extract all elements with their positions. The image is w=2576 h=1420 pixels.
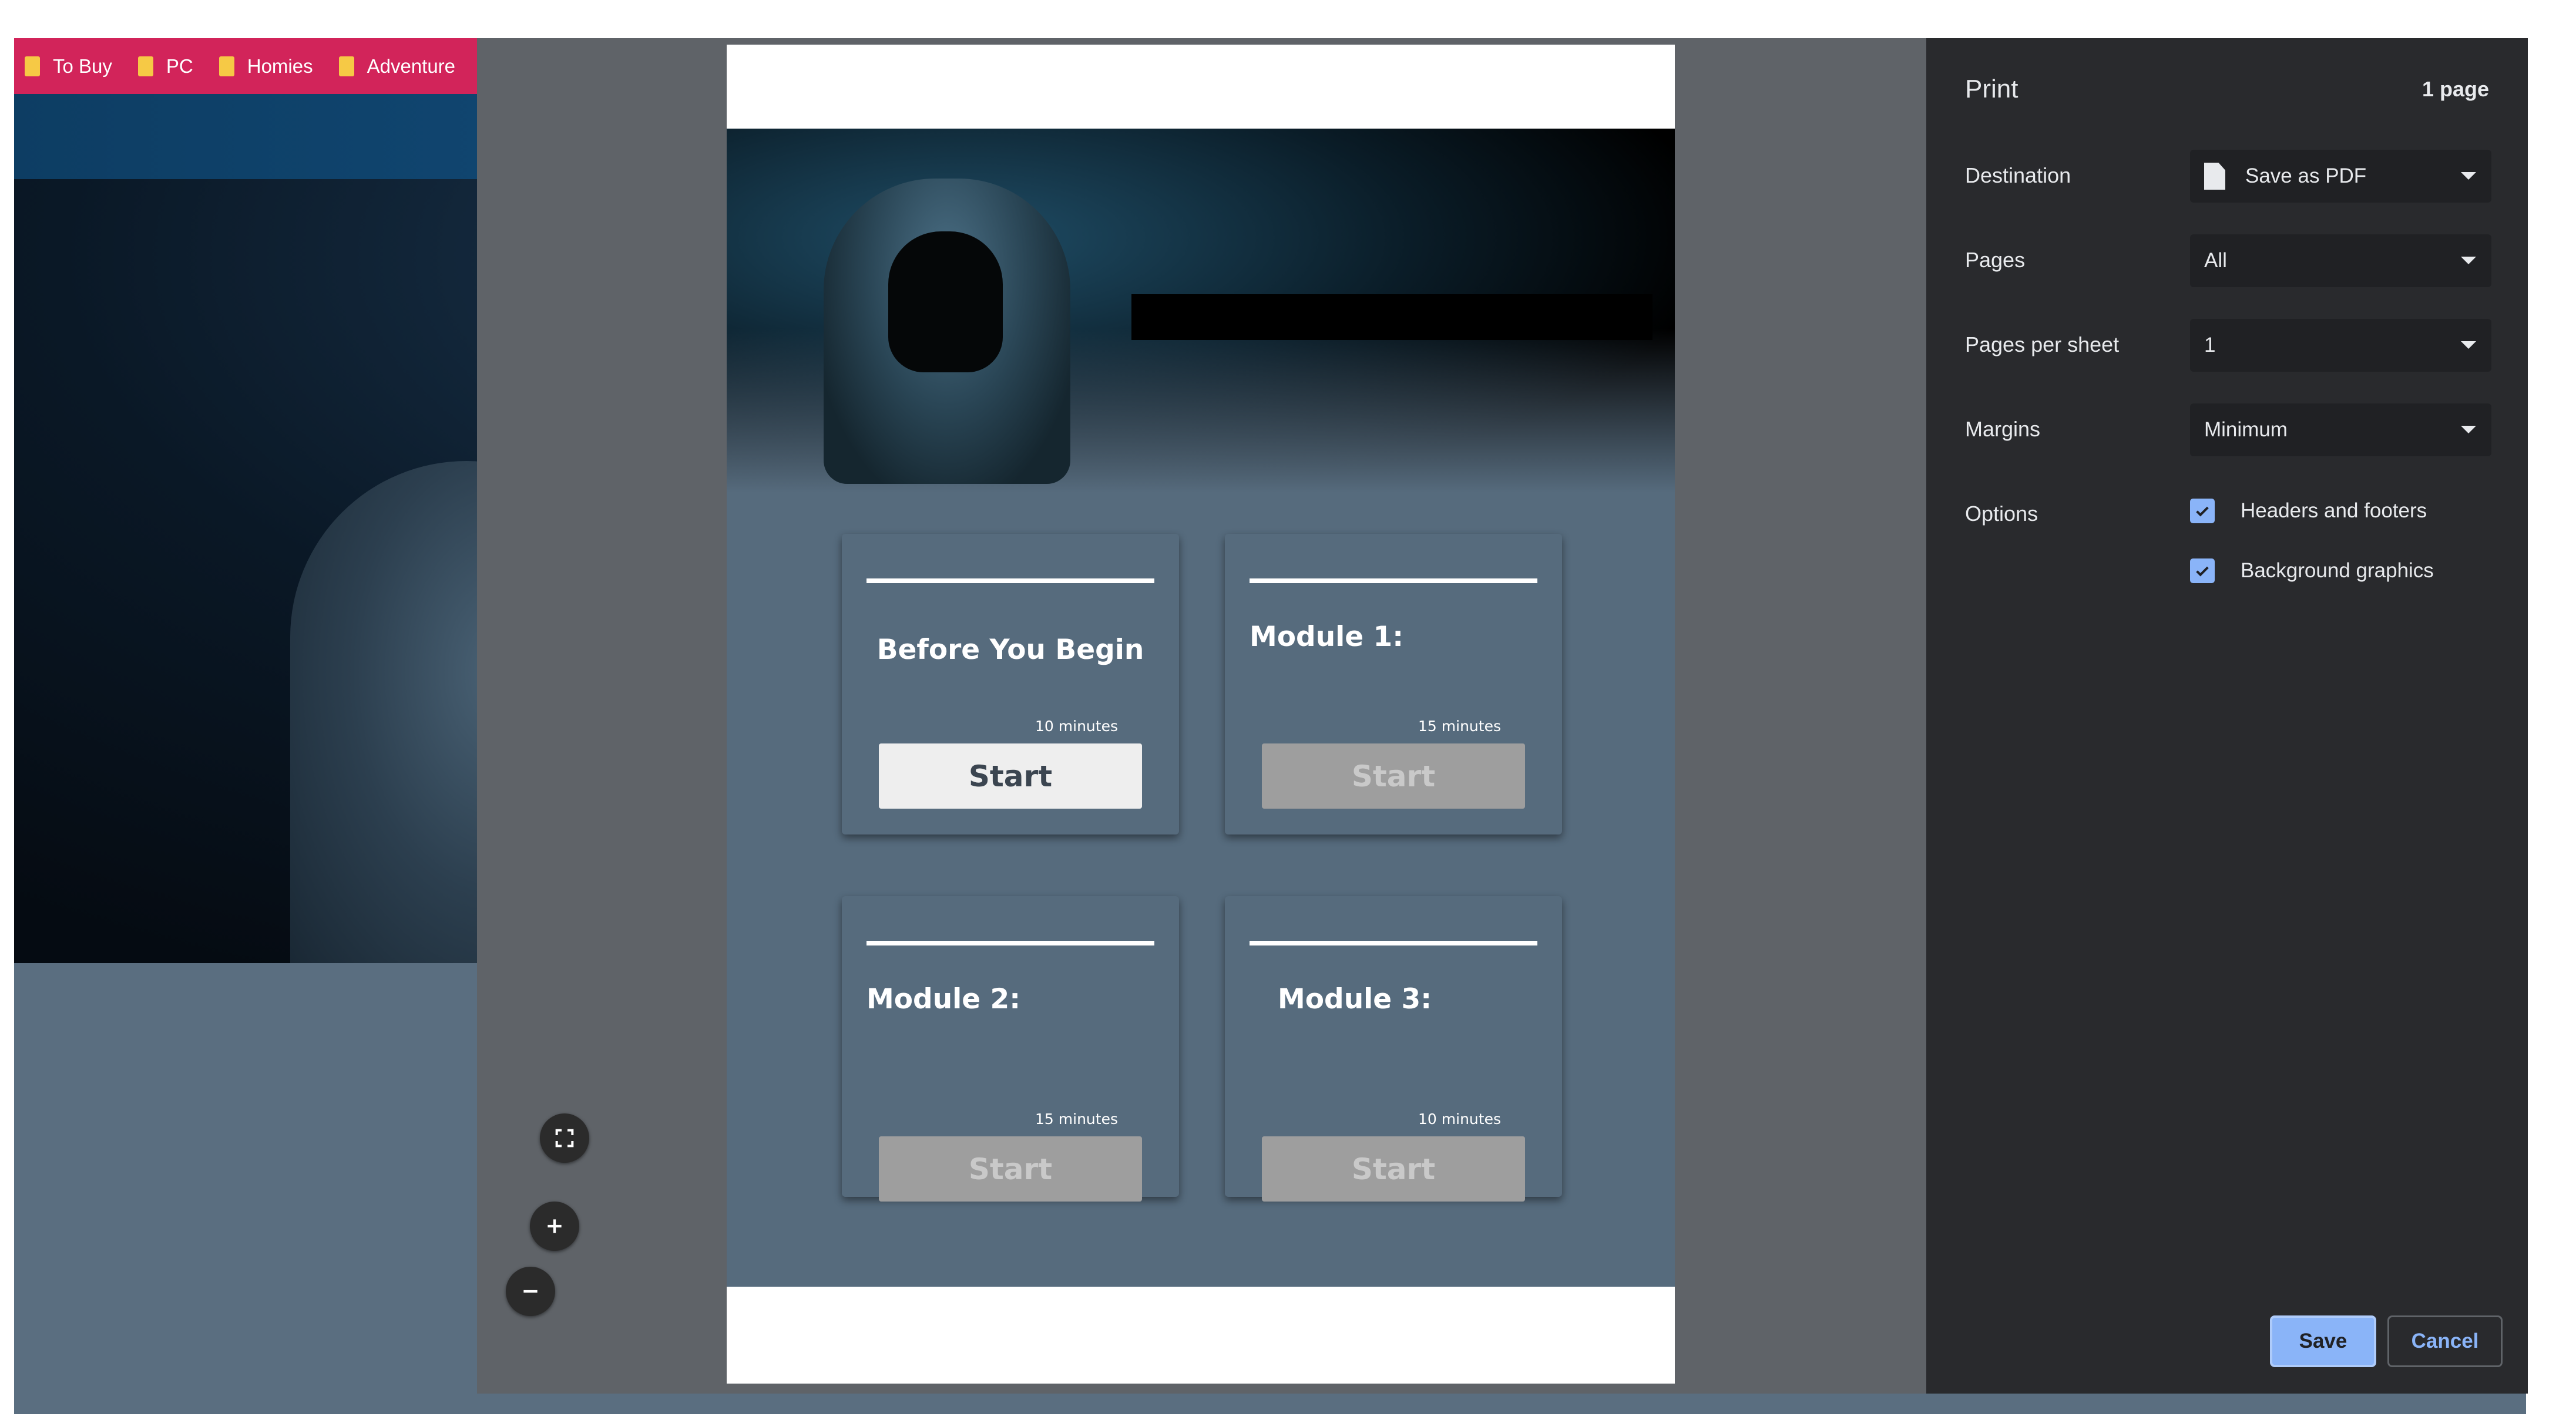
- checkmark-icon: [2196, 506, 2209, 517]
- chevron-down-icon: [2461, 426, 2476, 433]
- folder-icon: [338, 56, 354, 76]
- print-title: Print: [1965, 75, 2019, 103]
- card-before-you-begin: Before You Begin 10 minutes Start: [842, 534, 1179, 834]
- background-graphics-label: Background graphics: [2241, 559, 2434, 582]
- zoom-in-button[interactable]: [530, 1202, 579, 1251]
- card-module-3: Module 3: 10 minutes Start: [1225, 896, 1562, 1202]
- pages-per-sheet-label: Pages per sheet: [1965, 332, 2120, 356]
- folder-icon: [219, 56, 234, 76]
- chevron-down-icon: [2461, 172, 2476, 180]
- chevron-down-icon: [2461, 257, 2476, 264]
- bookmark-to-buy[interactable]: To Buy: [25, 55, 112, 78]
- card-divider: [866, 578, 1154, 583]
- options-label: Options: [1965, 502, 2038, 526]
- bookmark-pc[interactable]: PC: [137, 55, 193, 78]
- zoom-out-button[interactable]: [506, 1267, 555, 1316]
- start-button[interactable]: Start: [879, 1136, 1142, 1202]
- zoom-out-icon: [523, 1290, 538, 1293]
- module-cards: Before You Begin 10 minutes Start Module…: [727, 129, 1675, 1287]
- headers-footers-option[interactable]: Headers and footers: [2190, 499, 2427, 523]
- chevron-down-icon: [2461, 341, 2476, 349]
- start-button[interactable]: Start: [879, 743, 1142, 809]
- headers-footers-checkbox[interactable]: [2190, 499, 2215, 523]
- card-duration: 15 minutes: [1035, 1111, 1118, 1128]
- preview-page-content: Before You Begin 10 minutes Start Module…: [727, 129, 1675, 1287]
- print-settings-panel: Print 1 page Destination Save as PDF Pag…: [1926, 38, 2528, 1394]
- background-graphics-checkbox[interactable]: [2190, 558, 2215, 583]
- card-title: Module 2:: [866, 983, 1021, 1015]
- start-button[interactable]: Start: [1262, 1136, 1525, 1202]
- card-divider: [1250, 578, 1537, 583]
- page-count: 1 page: [2421, 77, 2489, 101]
- cancel-button[interactable]: Cancel: [2387, 1315, 2503, 1367]
- pages-select[interactable]: All: [2190, 234, 2491, 287]
- bookmark-homies[interactable]: Homies: [219, 55, 313, 78]
- pages-value: All: [2204, 249, 2227, 272]
- card-divider: [1250, 941, 1537, 945]
- pages-per-sheet-value: 1: [2204, 334, 2216, 356]
- pages-per-sheet-select[interactable]: 1: [2190, 319, 2491, 372]
- bookmark-label: To Buy: [53, 55, 112, 77]
- destination-value: Save as PDF: [2245, 164, 2367, 187]
- checkmark-icon: [2196, 566, 2209, 577]
- card-divider: [866, 941, 1154, 945]
- folder-icon: [137, 56, 153, 76]
- start-button[interactable]: Start: [1262, 743, 1525, 809]
- pages-label: Pages: [1965, 248, 2026, 272]
- card-title: Module 3:: [1278, 983, 1432, 1015]
- folder-icon: [25, 56, 40, 76]
- margins-label: Margins: [1965, 417, 2041, 441]
- card-duration: 10 minutes: [1418, 1111, 1501, 1128]
- destination-label: Destination: [1965, 163, 2071, 187]
- card-duration: 15 minutes: [1418, 718, 1501, 735]
- card-module-2: Module 2: 15 minutes Start: [842, 896, 1179, 1202]
- preview-page: Before You Begin 10 minutes Start Module…: [727, 45, 1675, 1384]
- background-graphics-option[interactable]: Background graphics: [2190, 558, 2434, 583]
- headers-footers-label: Headers and footers: [2241, 499, 2427, 522]
- bookmark-label: Adventure: [367, 55, 456, 77]
- save-button[interactable]: Save: [2270, 1315, 2376, 1367]
- screen: To Buy PC Homies Adventure Before You Be…: [0, 0, 2576, 1420]
- card-module-1: Module 1: 15 minutes Start: [1225, 534, 1562, 834]
- zoom-in-icon: [548, 1219, 562, 1233]
- bookmark-adventure[interactable]: Adventure: [338, 55, 456, 78]
- file-icon: [2204, 163, 2225, 190]
- card-title: Before You Begin: [876, 634, 1144, 666]
- fit-to-page-icon: [555, 1129, 574, 1148]
- bookmark-label: Homies: [247, 55, 313, 77]
- destination-select[interactable]: Save as PDF: [2190, 150, 2491, 203]
- card-title: Module 1:: [1250, 621, 1404, 653]
- bookmark-label: PC: [166, 55, 193, 77]
- margins-value: Minimum: [2204, 418, 2288, 441]
- card-duration: 10 minutes: [1035, 718, 1118, 735]
- fit-to-page-button[interactable]: [540, 1113, 589, 1163]
- margins-select[interactable]: Minimum: [2190, 403, 2491, 456]
